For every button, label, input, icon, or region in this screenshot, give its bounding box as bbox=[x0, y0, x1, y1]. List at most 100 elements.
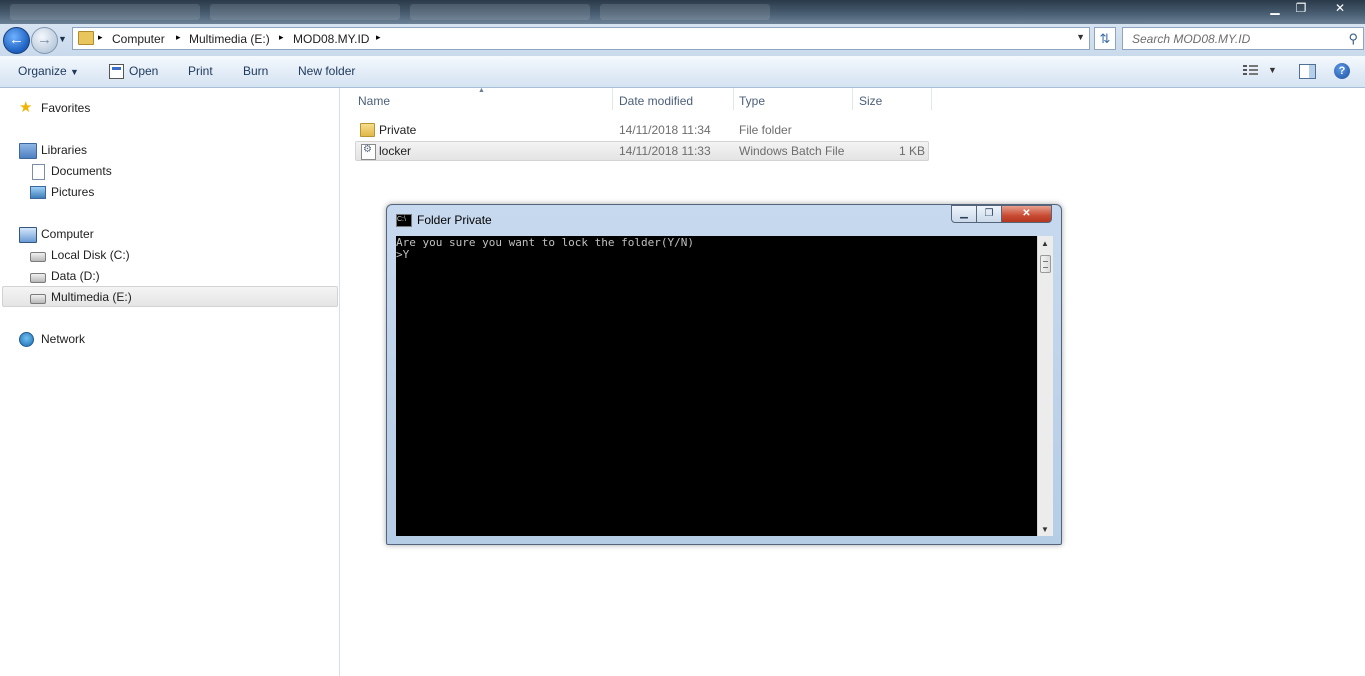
help-icon[interactable]: ? bbox=[1334, 63, 1350, 79]
console-minimize-button[interactable]: ▁ bbox=[951, 205, 977, 223]
nav-favorites-label: Favorites bbox=[41, 101, 91, 115]
back-button[interactable]: ← bbox=[3, 27, 30, 54]
column-divider[interactable] bbox=[612, 88, 613, 110]
restore-button[interactable]: ❐ bbox=[1288, 0, 1314, 18]
column-header-date[interactable]: Date modified bbox=[619, 88, 733, 112]
column-name-label: Name bbox=[358, 94, 391, 108]
open-button[interactable]: Open bbox=[129, 64, 158, 78]
organize-label: Organize bbox=[18, 64, 67, 78]
navigation-pane: ★ Favorites Libraries Documents Pictures… bbox=[0, 88, 340, 676]
taskbar-ghost bbox=[10, 4, 200, 20]
scrollbar-thumb[interactable] bbox=[1040, 255, 1051, 273]
nav-data-label: Data (D:) bbox=[51, 269, 100, 283]
nav-network[interactable]: Network bbox=[19, 332, 85, 347]
address-dropdown-icon[interactable]: ▼ bbox=[1076, 32, 1085, 42]
console-scrollbar[interactable]: ▲ ▼ bbox=[1037, 236, 1053, 536]
file-row[interactable]: Private 14/11/2018 11:34 File folder bbox=[355, 120, 929, 140]
file-type: Windows Batch File bbox=[739, 144, 845, 158]
console-title: Folder Private bbox=[417, 213, 492, 227]
breadcrumb-multimedia[interactable]: Multimedia (E:) bbox=[189, 32, 270, 46]
documents-icon bbox=[32, 164, 45, 180]
preview-pane-icon[interactable] bbox=[1299, 64, 1316, 79]
chevron-down-icon: ▼ bbox=[70, 67, 79, 77]
pictures-icon bbox=[30, 186, 46, 199]
breadcrumb-separator[interactable]: ▸ bbox=[279, 32, 284, 43]
taskbar-ghost bbox=[210, 4, 400, 20]
taskbar-ghost bbox=[410, 4, 590, 20]
title-bar: ▁ ❐ ✕ bbox=[0, 0, 1365, 24]
search-icon[interactable]: ⚲ bbox=[1348, 31, 1358, 47]
close-button[interactable]: ✕ bbox=[1327, 0, 1353, 18]
nav-local-disk[interactable]: Local Disk (C:) bbox=[30, 248, 130, 262]
file-row-selected[interactable]: locker 14/11/2018 11:33 Windows Batch Fi… bbox=[355, 141, 929, 161]
drive-icon bbox=[30, 294, 46, 304]
column-divider[interactable] bbox=[852, 88, 853, 110]
breadcrumb-mod08[interactable]: MOD08.MY.ID bbox=[293, 32, 369, 46]
column-size-label: Size bbox=[859, 94, 883, 108]
nav-pictures[interactable]: Pictures bbox=[30, 185, 95, 199]
column-type-label: Type bbox=[739, 94, 766, 108]
column-divider[interactable] bbox=[931, 88, 932, 110]
nav-libraries[interactable]: Libraries bbox=[19, 143, 88, 159]
nav-favorites[interactable]: ★ Favorites bbox=[19, 100, 91, 115]
breadcrumb-separator[interactable]: ▸ bbox=[176, 32, 181, 43]
file-type: File folder bbox=[739, 123, 792, 137]
folder-icon bbox=[360, 123, 375, 137]
file-size: 1 KB bbox=[898, 144, 925, 158]
sort-ascending-icon: ▲ bbox=[478, 87, 485, 94]
column-date-label: Date modified bbox=[619, 94, 694, 108]
print-button[interactable]: Print bbox=[188, 64, 213, 78]
column-header-name[interactable]: Name ▲ bbox=[358, 87, 612, 112]
address-bar[interactable]: ▸ Computer ▸ Multimedia (E:) ▸ MOD08.MY.… bbox=[72, 27, 1090, 50]
nav-documents-label: Documents bbox=[51, 164, 112, 178]
drive-icon bbox=[30, 252, 46, 262]
console-restore-button[interactable]: ❐ bbox=[976, 205, 1002, 223]
forward-button[interactable]: → bbox=[31, 27, 58, 54]
column-header-type[interactable]: Type bbox=[739, 88, 852, 112]
view-dropdown-icon[interactable]: ▼ bbox=[1268, 65, 1277, 75]
nav-computer[interactable]: Computer bbox=[19, 227, 94, 243]
column-divider[interactable] bbox=[733, 88, 734, 110]
nav-pictures-label: Pictures bbox=[51, 185, 95, 199]
star-icon: ★ bbox=[19, 99, 33, 116]
new-folder-button[interactable]: New folder bbox=[298, 64, 355, 78]
console-window[interactable]: C:\ Folder Private ▁ ❐ ✕ Are you sure yo… bbox=[386, 204, 1062, 545]
burn-button[interactable]: Burn bbox=[243, 64, 268, 78]
breadcrumb-computer[interactable]: Computer bbox=[112, 32, 165, 46]
nav-local-disk-label: Local Disk (C:) bbox=[51, 248, 130, 262]
open-icon bbox=[109, 64, 124, 79]
breadcrumb-separator[interactable]: ▸ bbox=[376, 32, 381, 43]
minimize-button[interactable]: ▁ bbox=[1262, 0, 1288, 18]
scroll-down-icon[interactable]: ▼ bbox=[1041, 525, 1049, 534]
column-header-size[interactable]: Size bbox=[859, 88, 931, 112]
console-line: >Y bbox=[396, 248, 410, 261]
recent-pages-chevron-icon[interactable]: ▼ bbox=[58, 34, 67, 44]
library-icon bbox=[19, 143, 37, 159]
organize-button[interactable]: Organize ▼ bbox=[18, 64, 79, 78]
nav-multimedia-drive[interactable]: Multimedia (E:) bbox=[30, 290, 132, 304]
batch-file-icon bbox=[361, 144, 376, 160]
command-prompt-icon: C:\ bbox=[396, 214, 412, 227]
view-options-icon[interactable] bbox=[1243, 65, 1258, 77]
console-close-button[interactable]: ✕ bbox=[1001, 205, 1052, 223]
search-placeholder: Search MOD08.MY.ID bbox=[1132, 32, 1251, 46]
breadcrumb-separator[interactable]: ▸ bbox=[98, 32, 103, 43]
nav-libraries-label: Libraries bbox=[41, 143, 88, 157]
console-line: Are you sure you want to lock the folder… bbox=[396, 236, 695, 249]
nav-documents[interactable]: Documents bbox=[32, 164, 112, 180]
scroll-up-icon[interactable]: ▲ bbox=[1041, 239, 1049, 248]
file-name: locker bbox=[379, 144, 412, 158]
taskbar-ghost bbox=[600, 4, 770, 20]
console-output[interactable]: Are you sure you want to lock the folder… bbox=[396, 236, 1037, 536]
refresh-button[interactable]: ⇅ bbox=[1094, 27, 1116, 50]
folder-icon bbox=[78, 31, 94, 45]
computer-icon bbox=[19, 227, 37, 243]
file-name: Private bbox=[379, 123, 417, 137]
drive-icon bbox=[30, 273, 46, 283]
nav-computer-label: Computer bbox=[41, 227, 94, 241]
nav-multimedia-label: Multimedia (E:) bbox=[51, 290, 132, 304]
search-input[interactable]: Search MOD08.MY.ID ⚲ bbox=[1122, 27, 1364, 50]
nav-data-drive[interactable]: Data (D:) bbox=[30, 269, 100, 283]
network-icon bbox=[19, 332, 34, 347]
console-window-controls: ▁ ❐ ✕ bbox=[951, 205, 1057, 224]
